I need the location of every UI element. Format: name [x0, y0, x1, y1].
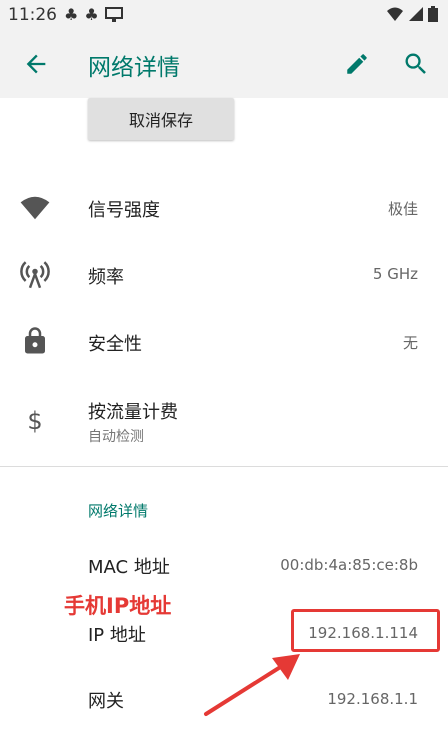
network-row-mac: MAC 地址 00:db:4a:85:ce:8b — [0, 553, 448, 583]
divider — [0, 466, 448, 467]
battery-icon — [428, 6, 438, 22]
wifi-icon — [20, 196, 50, 220]
network-label: 网关 — [88, 691, 124, 712]
network-label: MAC 地址 — [88, 557, 170, 578]
detail-value: 5 GHz — [372, 265, 418, 283]
status-bar: 11:26 ♣ ♣ — [0, 0, 448, 30]
status-system-icons — [386, 6, 438, 22]
network-value: 00:db:4a:85:ce:8b — [280, 556, 418, 574]
detail-row-security: 安全性 无 — [0, 322, 448, 362]
forget-button[interactable]: 取消保存 — [88, 98, 234, 140]
lock-icon — [25, 327, 45, 354]
detail-row-metered[interactable]: $ 按流量计费 自动检测 — [0, 396, 448, 448]
dollar-icon: $ — [27, 407, 43, 435]
antenna-icon — [20, 261, 50, 289]
section-title: 网络详情 — [88, 502, 149, 520]
arrow-back-icon[interactable] — [22, 50, 50, 78]
detail-label: 按流量计费 — [88, 402, 178, 423]
search-icon[interactable] — [402, 50, 430, 78]
detail-label: 频率 — [88, 267, 124, 288]
status-time: 11:26 — [8, 5, 57, 25]
detail-value: 无 — [402, 334, 418, 352]
detail-row-frequency: 频率 5 GHz — [0, 255, 448, 295]
clover-icon: ♣ — [84, 5, 99, 24]
annotation-label: 手机IP地址 — [64, 594, 172, 618]
network-label: IP 地址 — [88, 625, 146, 646]
detail-label: 安全性 — [88, 334, 142, 355]
detail-label: 信号强度 — [88, 200, 160, 221]
wifi-status-icon — [387, 7, 403, 21]
pencil-icon[interactable] — [344, 51, 370, 77]
detail-value: 极佳 — [387, 200, 418, 218]
ip-highlight-box — [291, 609, 440, 652]
annotation-arrow-icon — [204, 654, 300, 716]
signal-icon — [409, 7, 423, 21]
app-bar: 网络详情 — [0, 30, 448, 98]
page-title: 网络详情 — [88, 55, 180, 81]
clover-icon: ♣ — [64, 5, 79, 24]
monitor-icon — [104, 6, 123, 22]
network-value: 192.168.1.1 — [327, 690, 418, 708]
detail-sub: 自动检测 — [88, 429, 144, 445]
status-notification-icons: ♣ ♣ — [64, 5, 123, 24]
detail-row-signal: 信号强度 极佳 — [0, 188, 448, 228]
